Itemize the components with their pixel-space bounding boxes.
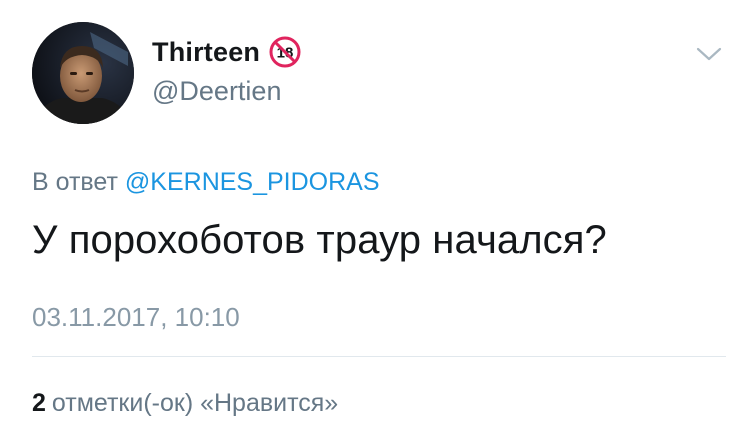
avatar-image (32, 22, 134, 124)
avatar[interactable] (32, 22, 134, 124)
reply-prefix: В ответ (32, 168, 118, 196)
likes-count: 2 (32, 389, 46, 417)
author-name-row[interactable]: Thirteen 18 (152, 36, 301, 68)
reply-context: В ответ @KERNES_PIDORAS (32, 168, 380, 197)
tweet-card: Thirteen 18 @Deertien В ответ @KERNES_PI… (0, 0, 750, 440)
chevron-down-icon[interactable] (696, 46, 722, 62)
likes-label: отметки(-ок) «Нравится» (51, 389, 339, 417)
likes-stat[interactable]: 2 отметки(-ок) «Нравится» (32, 389, 338, 418)
author-display-name[interactable]: Thirteen (152, 37, 260, 68)
reply-mention-link[interactable]: @KERNES_PIDORAS (125, 168, 380, 196)
author-handle[interactable]: @Deertien (152, 76, 281, 107)
divider (32, 356, 726, 357)
tweet-timestamp: 03.11.2017, 10:10 (32, 302, 240, 332)
eighteen-plus-icon: 18 (269, 36, 301, 68)
tweet-text: У порохоботов траур начался? (32, 218, 607, 262)
